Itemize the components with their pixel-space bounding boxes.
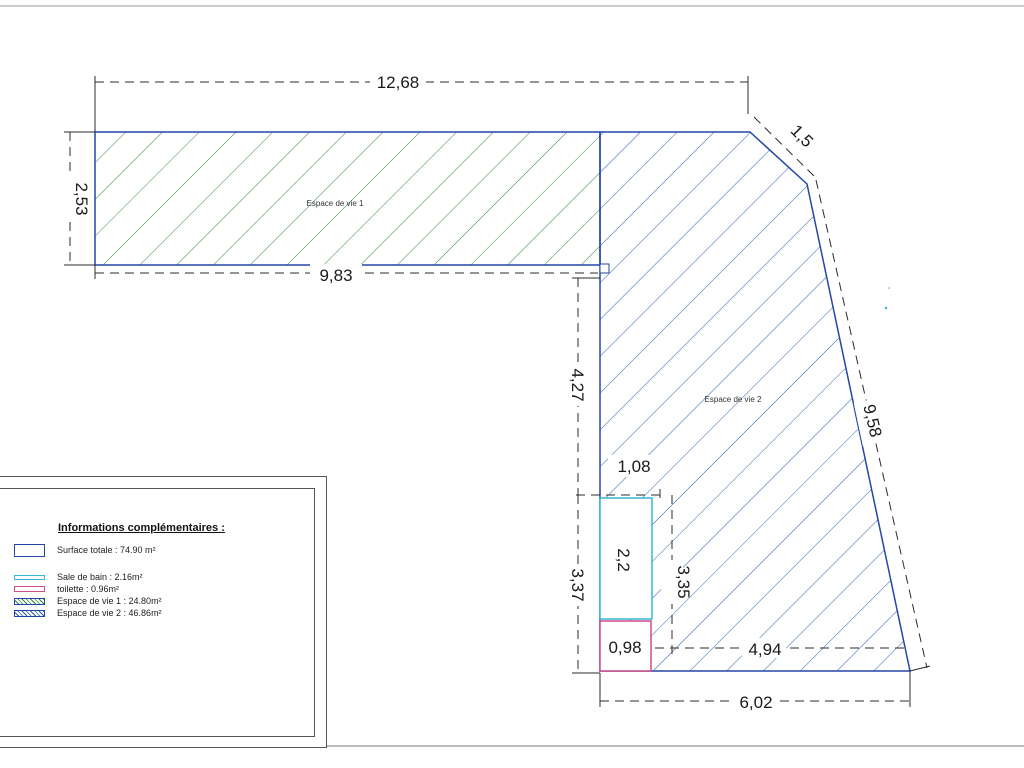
dim-toilet-width: 0,98 bbox=[608, 638, 641, 657]
dim-left-lower: 3,37 bbox=[568, 568, 587, 601]
dim-bath-length: 2,2 bbox=[614, 548, 633, 572]
dim-bottom-right-width: 4,94 bbox=[748, 640, 781, 659]
legend-surface-totale: Surface totale : 74.90 m² bbox=[14, 543, 156, 557]
legend-espace-vie-1: Espace de vie 1 : 24.80m² bbox=[14, 595, 162, 607]
legend-salle-de-bain: Sale de bain : 2.16m² bbox=[14, 571, 143, 583]
junction-marker bbox=[599, 263, 610, 274]
legend-espace-vie-2: Espace de vie 2 : 46.86m² bbox=[14, 607, 162, 619]
dim-bath-width: 1,08 bbox=[617, 457, 650, 476]
outline-swatch-icon bbox=[14, 543, 45, 557]
speck bbox=[888, 287, 890, 289]
legend-inner-frame: Informations complémentaires : Surface t… bbox=[0, 488, 315, 737]
dim-left-height: 2,53 bbox=[72, 182, 91, 215]
legend-panel: Informations complémentaires : Surface t… bbox=[0, 476, 327, 748]
dim-top-width: 12,68 bbox=[377, 73, 420, 92]
green-hatch-swatch-icon bbox=[14, 597, 45, 605]
room-label-espace-de-vie-2: Espace de vie 2 bbox=[705, 395, 762, 404]
room-label-espace-de-vie-1: Espace de vie 1 bbox=[307, 199, 364, 208]
legend-title: Informations complémentaires : bbox=[58, 522, 225, 534]
dim-inner-width: 9,83 bbox=[319, 266, 352, 285]
cyan-line-swatch-icon bbox=[14, 574, 45, 580]
dim-bath-inner-height: 3,35 bbox=[674, 565, 693, 598]
pink-line-swatch-icon bbox=[14, 586, 45, 592]
blue-hatch-swatch-icon bbox=[14, 609, 45, 617]
dim-inner-height: 4,27 bbox=[568, 368, 587, 401]
witness-slope-end bbox=[909, 665, 931, 672]
speck bbox=[884, 306, 888, 310]
legend-toilette: toilette : 0.96m² bbox=[14, 583, 119, 595]
dim-bottom-width: 6,02 bbox=[739, 693, 772, 712]
